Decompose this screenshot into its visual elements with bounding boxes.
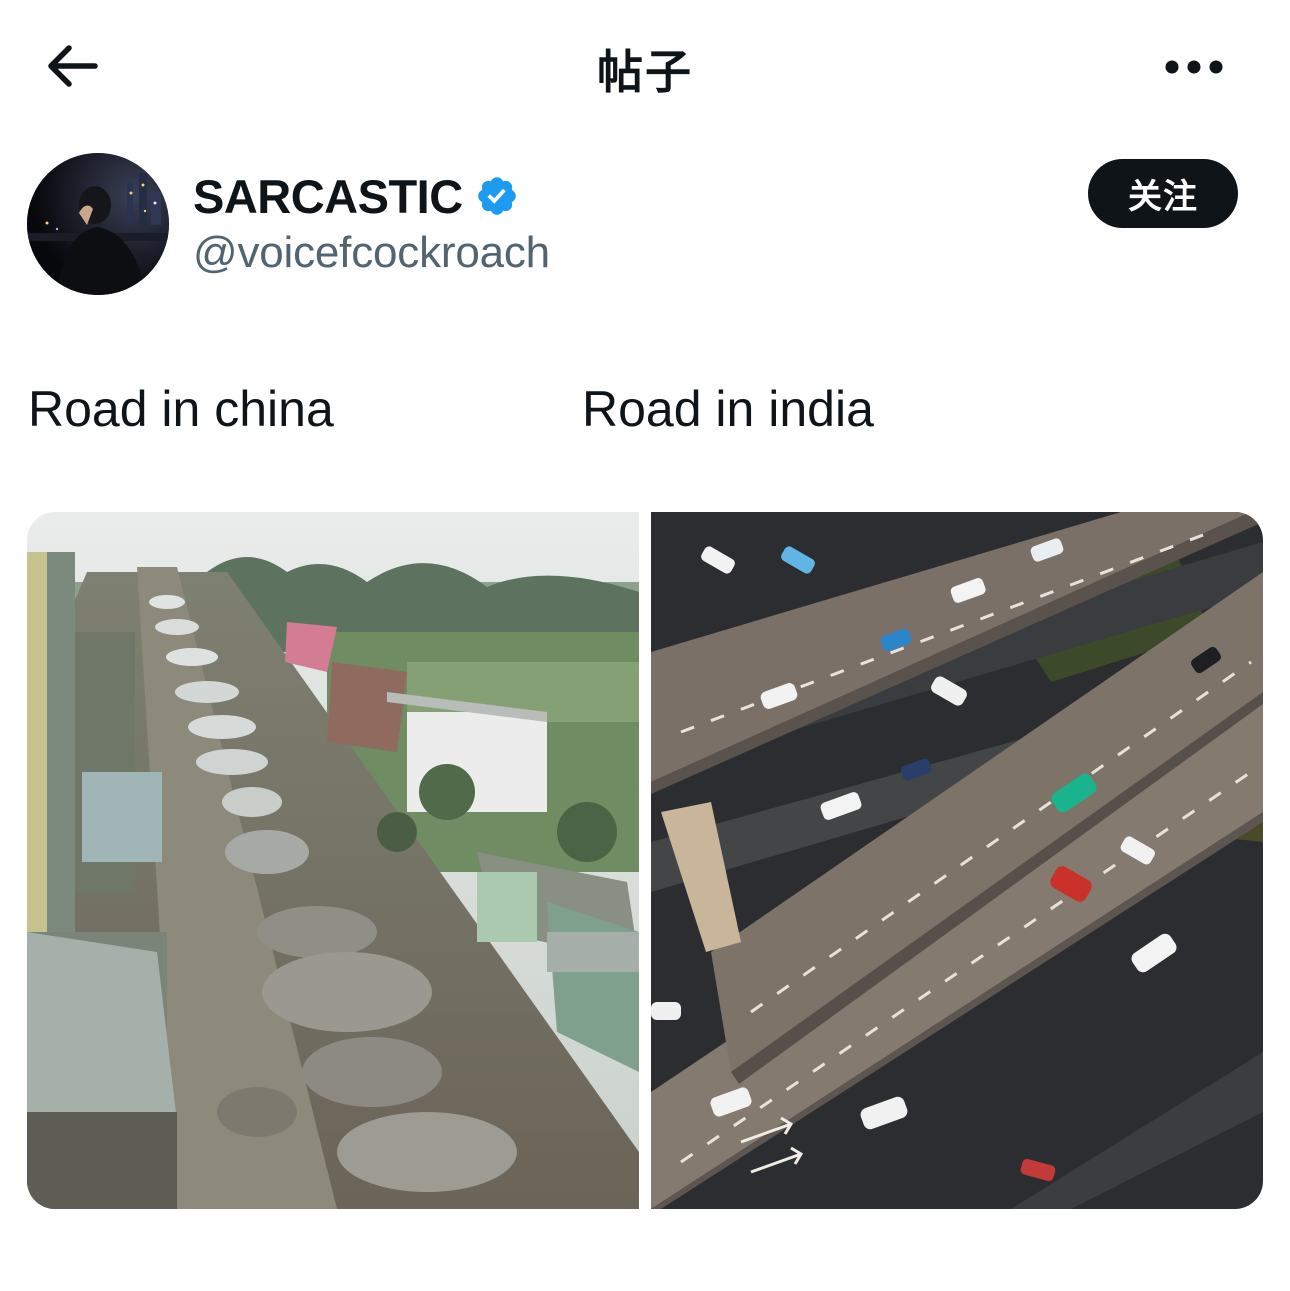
post-image-muddy-road[interactable] [27, 512, 639, 1209]
avatar-image [27, 153, 169, 295]
post-text-left: Road in china [28, 381, 334, 437]
post-image-highway[interactable] [651, 512, 1263, 1209]
display-name[interactable]: SARCASTIC [193, 169, 463, 224]
post-text-right: Road in india [582, 381, 874, 437]
muddy-road-photo [27, 512, 639, 1209]
verified-badge-icon [477, 177, 516, 215]
highway-photo [651, 512, 1263, 1209]
more-button[interactable] [1158, 40, 1230, 94]
follow-button[interactable]: 关注 [1088, 159, 1238, 228]
more-horizontal-icon [1165, 60, 1223, 74]
post-detail-page: 帖子 SARCASTIC @voicefcockroach 关注 Road in… [0, 0, 1290, 1291]
top-bar: 帖子 [0, 0, 1290, 130]
post-media[interactable] [27, 512, 1263, 1209]
author-handle[interactable]: @voicefcockroach [193, 228, 550, 278]
author-name-row[interactable]: SARCASTIC [193, 168, 519, 224]
avatar[interactable] [27, 153, 169, 295]
page-title: 帖子 [597, 45, 693, 99]
